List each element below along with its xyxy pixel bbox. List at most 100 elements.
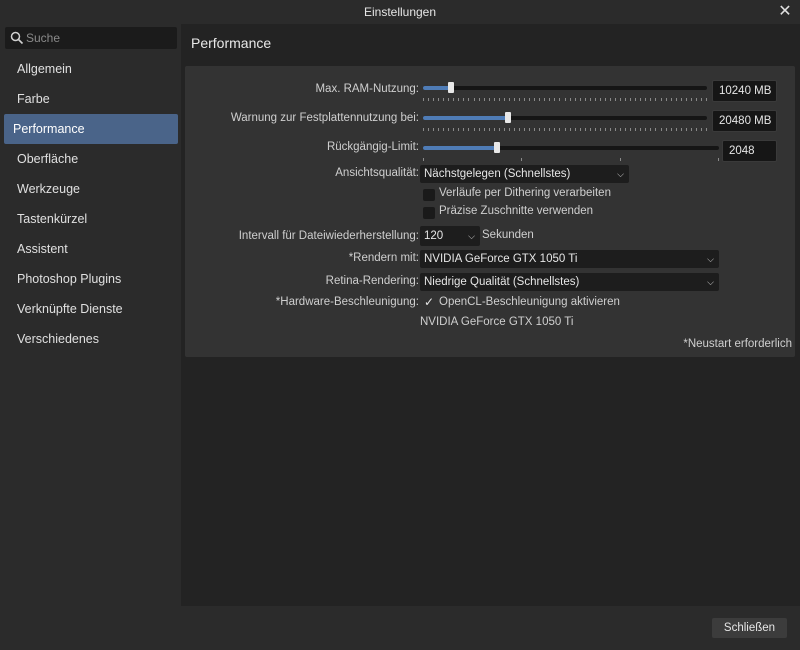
view-quality-dropdown[interactable]: Nächstgelegen (Schnellstes) ⌵ bbox=[420, 165, 629, 183]
checkmark-icon: ✓ bbox=[424, 295, 435, 309]
settings-panel: Max. RAM-Nutzung: 10240 MB Warnung zur F… bbox=[185, 66, 795, 357]
slider-tick bbox=[590, 98, 591, 101]
slider-tick bbox=[539, 128, 540, 131]
slider-tick bbox=[701, 128, 702, 131]
slider-tick bbox=[575, 128, 576, 131]
slider-tick bbox=[514, 128, 515, 131]
slider-tick bbox=[458, 98, 459, 101]
dither-checkbox[interactable] bbox=[423, 189, 435, 201]
slider-tick bbox=[650, 128, 651, 131]
undo-limit-slider[interactable] bbox=[423, 142, 719, 153]
ram-slider-fill bbox=[423, 86, 452, 90]
slider-tick bbox=[620, 98, 621, 101]
slider-tick bbox=[504, 128, 505, 131]
slider-tick bbox=[458, 128, 459, 131]
slider-tick bbox=[666, 128, 667, 131]
retina-dropdown[interactable]: Niedrige Qualität (Schnellstes) ⌵ bbox=[420, 273, 719, 291]
slider-tick bbox=[635, 128, 636, 131]
slider-tick bbox=[706, 128, 707, 131]
render-with-value: NVIDIA GeForce GTX 1050 Ti bbox=[424, 253, 578, 265]
slider-tick bbox=[595, 98, 596, 101]
slider-tick bbox=[468, 98, 469, 101]
sidebar-item-assistent[interactable]: Assistent bbox=[4, 234, 178, 264]
slider-tick bbox=[605, 128, 606, 131]
slider-tick bbox=[655, 98, 656, 101]
slider-tick bbox=[443, 128, 444, 131]
slider-tick bbox=[575, 98, 576, 101]
slider-tick bbox=[489, 98, 490, 101]
search-input[interactable] bbox=[26, 28, 174, 48]
retina-label: Retina-Rendering: bbox=[325, 275, 419, 287]
slider-tick bbox=[509, 98, 510, 101]
slider-tick bbox=[529, 128, 530, 131]
slider-tick bbox=[423, 98, 424, 101]
main-content: Performance Max. RAM-Nutzung: 10240 MB W… bbox=[181, 24, 800, 606]
sidebar-item-performance[interactable]: Performance bbox=[4, 114, 178, 144]
sidebar-item-farbe[interactable]: Farbe bbox=[4, 84, 178, 114]
slider-tick bbox=[504, 98, 505, 101]
precise-clip-checkbox[interactable] bbox=[423, 207, 435, 219]
slider-tick bbox=[600, 128, 601, 131]
sidebar-item-verknuepfte-dienste[interactable]: Verknüpfte Dienste bbox=[4, 294, 178, 324]
opencl-checkbox[interactable]: ✓ bbox=[423, 295, 435, 310]
slider-tick bbox=[645, 128, 646, 131]
slider-tick bbox=[655, 128, 656, 131]
chevron-down-icon: ⌵ bbox=[707, 277, 714, 287]
slider-tick bbox=[585, 98, 586, 101]
slider-tick bbox=[438, 128, 439, 131]
slider-tick bbox=[661, 98, 662, 101]
slider-tick bbox=[544, 128, 545, 131]
undo-limit-slider-thumb[interactable] bbox=[494, 142, 500, 153]
ram-slider[interactable] bbox=[423, 82, 707, 93]
sidebar-item-allgemein[interactable]: Allgemein bbox=[4, 54, 178, 84]
disk-warning-slider[interactable] bbox=[423, 112, 707, 123]
slider-tick bbox=[521, 158, 522, 161]
undo-limit-slider-ticks bbox=[423, 158, 719, 162]
slider-tick bbox=[453, 128, 454, 131]
disk-warning-value-field[interactable]: 20480 MB bbox=[712, 110, 777, 132]
sidebar-item-oberflaeche[interactable]: Oberfläche bbox=[4, 144, 178, 174]
close-button[interactable]: Schließen bbox=[712, 618, 787, 638]
sidebar-item-werkzeuge[interactable]: Werkzeuge bbox=[4, 174, 178, 204]
ram-slider-thumb[interactable] bbox=[448, 82, 455, 93]
slider-tick bbox=[671, 98, 672, 101]
slider-tick bbox=[534, 98, 535, 101]
slider-tick bbox=[509, 128, 510, 131]
undo-limit-slider-fill bbox=[423, 146, 497, 150]
dither-label: Verläufe per Dithering verarbeiten bbox=[439, 187, 611, 199]
chevron-down-icon: ⌵ bbox=[707, 254, 714, 264]
slider-tick bbox=[529, 98, 530, 101]
sidebar: Allgemein Farbe Performance Oberfläche W… bbox=[0, 24, 181, 606]
disk-warning-label: Warnung zur Festplattennutzung bei: bbox=[230, 112, 419, 124]
slider-tick bbox=[595, 128, 596, 131]
sidebar-item-photoshop-plugins[interactable]: Photoshop Plugins bbox=[4, 264, 178, 294]
recovery-interval-label: Intervall für Dateiwiederherstellung: bbox=[238, 230, 419, 242]
slider-tick bbox=[554, 98, 555, 101]
slider-tick bbox=[549, 128, 550, 131]
undo-limit-value-field[interactable]: 2048 bbox=[722, 140, 777, 162]
slider-tick bbox=[676, 128, 677, 131]
render-with-dropdown[interactable]: NVIDIA GeForce GTX 1050 Ti ⌵ bbox=[420, 250, 719, 268]
recovery-interval-dropdown[interactable]: 120 ⌵ bbox=[420, 226, 480, 246]
sidebar-item-verschiedenes[interactable]: Verschiedenes bbox=[4, 324, 178, 354]
slider-tick bbox=[484, 98, 485, 101]
close-icon[interactable]: ✕ bbox=[776, 3, 794, 21]
undo-limit-label: Rückgängig-Limit: bbox=[326, 141, 419, 153]
ram-slider-ticks bbox=[423, 98, 707, 102]
sidebar-item-tastenkuerzel[interactable]: Tastenkürzel bbox=[4, 204, 178, 234]
disk-warning-slider-fill bbox=[423, 116, 509, 120]
slider-tick bbox=[554, 128, 555, 131]
slider-tick bbox=[499, 128, 500, 131]
disk-warning-slider-thumb[interactable] bbox=[505, 112, 512, 123]
slider-tick bbox=[610, 98, 611, 101]
slider-tick bbox=[691, 128, 692, 131]
slider-tick bbox=[696, 98, 697, 101]
ram-value-field[interactable]: 10240 MB bbox=[712, 80, 777, 102]
slider-tick bbox=[468, 128, 469, 131]
slider-tick bbox=[479, 98, 480, 101]
title-bar: Einstellungen ✕ bbox=[0, 0, 800, 24]
slider-tick bbox=[428, 98, 429, 101]
search-box[interactable] bbox=[5, 27, 177, 49]
slider-tick bbox=[718, 158, 719, 161]
slider-tick bbox=[635, 98, 636, 101]
